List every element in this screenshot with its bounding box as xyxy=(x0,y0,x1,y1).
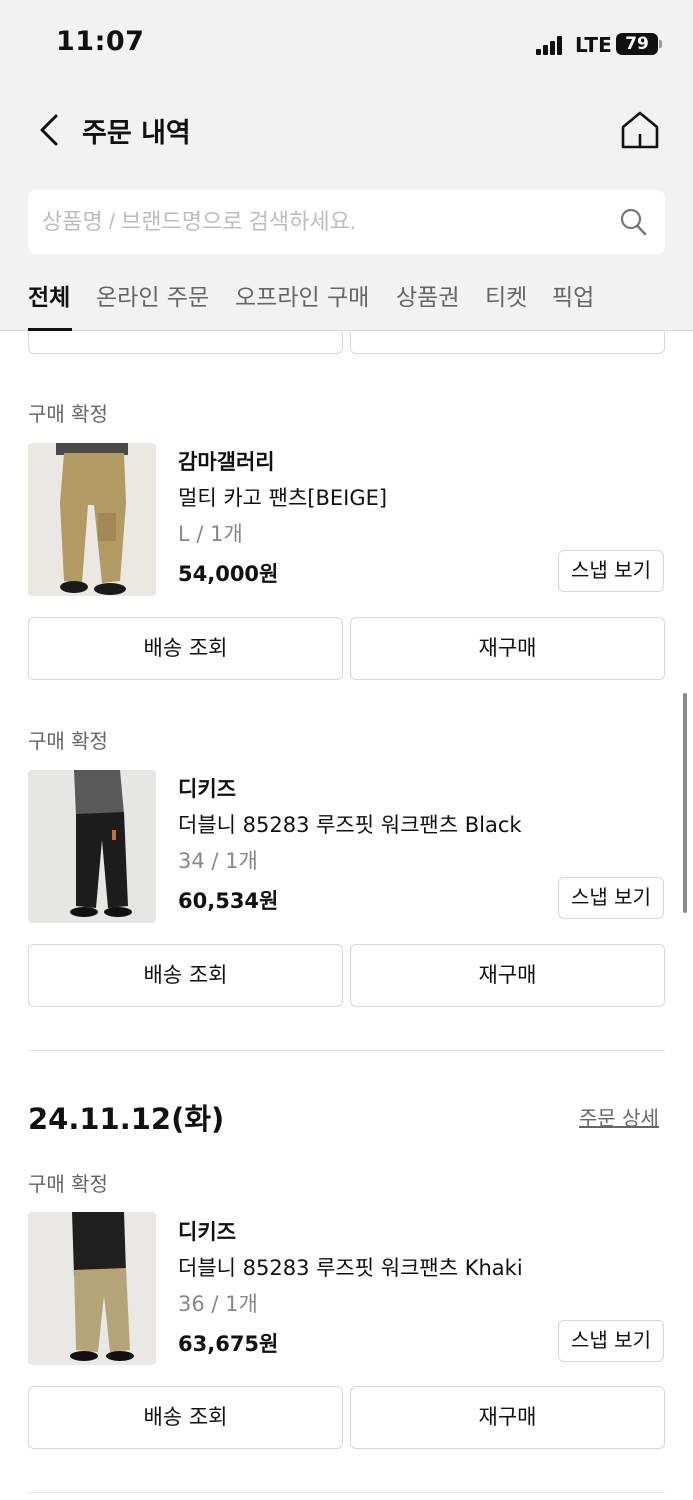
order-list: 구매 확정 감마갤러리 멀티 카고 팬츠[BEIGE] L / 1개 54,00… xyxy=(0,332,693,1500)
product-image[interactable] xyxy=(28,1212,156,1365)
tab-offline-purchases[interactable]: 오프라인 구매 xyxy=(235,278,369,312)
product-option: 34 / 1개 xyxy=(178,849,258,873)
section-divider xyxy=(28,1050,665,1051)
product-name[interactable]: 멀티 카고 팬츠[BEIGE] xyxy=(178,482,387,512)
battery-icon: 79 xyxy=(616,33,662,55)
brand-name: 감마갤러리 xyxy=(178,450,275,474)
search-input[interactable] xyxy=(42,190,602,254)
brand-name: 디키즈 xyxy=(178,777,236,801)
rebuy-button[interactable]: 재구매 xyxy=(350,944,665,1007)
chevron-left-icon xyxy=(40,114,58,146)
tab-pickup[interactable]: 픽업 xyxy=(552,278,594,312)
product-name[interactable]: 더블니 85283 루즈핏 워크팬츠 Black xyxy=(178,809,522,839)
product-price: 60,534원 xyxy=(178,889,279,913)
track-delivery-button[interactable]: 배송 조회 xyxy=(28,944,343,1007)
tab-gift-cards[interactable]: 상품권 xyxy=(396,278,459,312)
search-bar xyxy=(28,190,665,254)
view-snap-button[interactable]: 스냅 보기 xyxy=(558,877,664,919)
product-photo-khaki-work-pants xyxy=(28,1212,156,1365)
home-button[interactable] xyxy=(616,106,664,154)
status-time: 11:07 xyxy=(56,26,145,57)
scrollbar[interactable] xyxy=(683,693,687,913)
order-detail-link[interactable]: 주문 상세 xyxy=(579,1102,659,1131)
signal-icon xyxy=(536,35,568,55)
product-image[interactable] xyxy=(28,770,156,923)
product-name[interactable]: 더블니 85283 루즈핏 워크팬츠 Khaki xyxy=(178,1252,523,1282)
tab-online-orders[interactable]: 온라인 주문 xyxy=(96,278,209,312)
product-image[interactable] xyxy=(28,443,156,596)
view-snap-button[interactable]: 스냅 보기 xyxy=(558,550,664,592)
rebuy-button[interactable]: 재구매 xyxy=(350,617,665,680)
active-tab-indicator xyxy=(28,328,72,331)
brand-name: 디키즈 xyxy=(178,1220,236,1244)
purchase-status: 구매 확정 xyxy=(28,1172,108,1196)
network-label: LTE xyxy=(575,33,612,57)
home-icon xyxy=(621,111,659,149)
header-area: 11:07 LTE 79 주문 내역 전체 온라인 주문 오프라인 구매 상품권… xyxy=(0,0,693,331)
search-icon[interactable] xyxy=(620,207,648,237)
rebuy-button[interactable] xyxy=(350,332,665,354)
product-price: 63,675원 xyxy=(178,1332,279,1356)
section-divider xyxy=(28,1492,665,1493)
track-delivery-button[interactable]: 배송 조회 xyxy=(28,617,343,680)
rebuy-button[interactable]: 재구매 xyxy=(350,1386,665,1449)
product-photo-beige-cargo-pants xyxy=(28,443,156,596)
product-price: 54,000원 xyxy=(178,562,279,586)
status-bar: 11:07 LTE 79 xyxy=(0,0,693,80)
track-delivery-button[interactable]: 배송 조회 xyxy=(28,1386,343,1449)
tab-tickets[interactable]: 티켓 xyxy=(485,278,527,312)
product-option: L / 1개 xyxy=(178,522,243,546)
product-photo-black-work-pants xyxy=(28,770,156,923)
back-button[interactable] xyxy=(32,108,72,152)
purchase-status: 구매 확정 xyxy=(28,729,108,753)
order-date: 24.11.12(화) xyxy=(28,1102,225,1136)
product-option: 36 / 1개 xyxy=(178,1292,258,1316)
tab-all[interactable]: 전체 xyxy=(28,278,70,312)
page-title: 주문 내역 xyxy=(82,118,191,149)
track-delivery-button[interactable] xyxy=(28,332,343,354)
purchase-status: 구매 확정 xyxy=(28,402,108,426)
view-snap-button[interactable]: 스냅 보기 xyxy=(558,1320,664,1362)
